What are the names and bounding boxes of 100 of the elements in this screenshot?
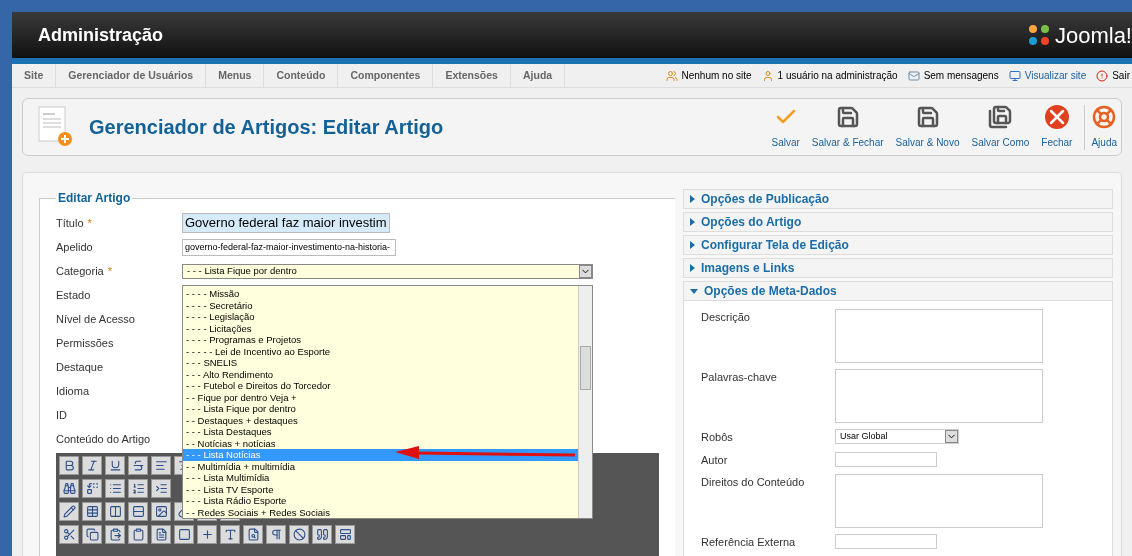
bullet-list-icon[interactable] [108,482,122,495]
dropdown-option[interactable]: - - Multimídia + multimídia [183,460,578,472]
category-select[interactable]: - - - Lista Fique por dentro [182,263,593,279]
field-label: Conteúdo do Artigo [56,431,151,447]
layout-icon[interactable] [338,528,352,541]
dropdown-option[interactable]: - - - - Programas e Projetos [183,334,578,346]
accordion-header[interactable]: Opções do Artigo [683,212,1113,232]
dropdown-option[interactable]: - - - - - Lei de Incentivo ao Esporte [183,345,578,357]
copy-icon[interactable] [85,528,99,541]
user-icon [761,69,774,82]
dropdown-option[interactable]: - - - Lista TV Esporte [183,483,578,495]
dropdown-option[interactable]: - - Notícias + notícias [183,437,578,449]
logo-icon [1026,23,1051,47]
menu-item[interactable]: Site [12,64,57,87]
italic-icon[interactable] [85,459,99,472]
font-icon[interactable] [223,528,237,541]
square-icon[interactable] [177,528,191,541]
accordion-header[interactable]: Imagens e Links [683,258,1113,278]
dropdown-option[interactable]: - - - SNELIS [183,357,578,369]
caret-right-icon [690,218,695,226]
field-label: Direitos do Conteúdo [701,475,806,490]
dropdown-option[interactable]: - - Redes Sociais + Redes Sociais [183,506,578,518]
underline-icon[interactable] [108,459,122,472]
floppy-disks-icon [988,104,1013,129]
dropdown-option[interactable]: - - - Lista Rádio Esporte [183,495,578,507]
table-icon[interactable] [85,505,99,518]
input-field[interactable] [835,534,937,549]
accordion-header[interactable]: Opções de Meta-Dados [683,281,1113,301]
logout-link[interactable]: Sair [1112,68,1130,83]
page-title: Gerenciador de Artigos: Editar Artigo [89,115,444,140]
dropdown-option[interactable]: - - - Futebol e Direitos do Torcedor [183,380,578,392]
dropdown-option[interactable]: - - - - Licitações [183,322,578,334]
floppy-disk-plus-icon [915,104,940,129]
field-label: Idioma [56,383,90,399]
cut-icon[interactable] [62,528,76,541]
dropdown-option[interactable]: - - - Alto Rendimento [183,368,578,380]
field-label: ID [56,407,67,423]
rows-icon[interactable] [131,505,145,518]
accordion-header[interactable]: Opções de Publicação [683,189,1113,209]
dropdown-option[interactable]: - - - Lista Multimídia [183,472,578,484]
toolbar-button[interactable]: Fechar [1041,104,1073,150]
binoculars-icon[interactable] [62,482,76,495]
toolbar-button[interactable]: Ajuda [1084,104,1117,150]
columns-icon[interactable] [108,505,122,518]
quote-icon[interactable] [315,528,329,541]
toolbar-button[interactable]: Salvar Como [971,104,1030,150]
monitor-icon [1008,69,1021,82]
menu-item[interactable]: Componentes [338,64,434,87]
scrollbar[interactable] [578,286,592,518]
field-label: Estado [56,287,91,303]
caret-right-icon [690,195,695,203]
menu-item[interactable]: Gerenciador de Usuários [56,64,207,87]
input-field[interactable] [835,451,937,467]
dropdown-option[interactable]: - - - Lista Fique por dentro [183,403,578,415]
field-label: Nível de Acesso [56,311,135,327]
indent-icon[interactable] [154,482,168,495]
field-label: Robôs [701,430,734,445]
menu-item[interactable]: Conteúdo [264,64,339,87]
menu-item[interactable]: Ajuda [510,64,566,87]
logo-text: Joomla! [1054,21,1132,50]
toolbar-button[interactable]: Salvar & Fechar [811,104,884,150]
toolbar-button[interactable]: Salvar [771,104,800,150]
caret-right-icon [690,264,695,272]
status-text: 1 usuário na administração [777,69,898,83]
strikethrough-icon[interactable] [131,459,145,472]
document-icon[interactable] [154,528,168,541]
plus-icon[interactable] [200,528,214,541]
menu-item[interactable]: Menus [206,64,265,87]
numbered-list-icon[interactable] [131,482,145,495]
view-site-link[interactable]: Visualizar site [1024,68,1087,83]
mail-icon [907,69,920,82]
menu-item[interactable]: Extensões [433,64,511,87]
dropdown-option[interactable]: - - - - Secretário [183,299,578,311]
dropdown-option[interactable]: - - - - Missão [183,288,578,300]
toolbar-button[interactable]: Salvar & Novo [895,104,960,150]
dropdown-option[interactable]: - - - Lista Destaques [183,426,578,438]
accordion-header[interactable]: Configurar Tela de Edição [683,235,1113,255]
field-label: Autor [701,452,729,468]
pencil-icon[interactable] [62,505,76,518]
align-left-icon[interactable] [154,459,168,472]
alias-input[interactable]: governo-federal-faz-maior-investimento-na-historia- [182,238,396,256]
ban-icon[interactable] [292,528,306,541]
dropdown-option[interactable]: - - Destaques + destaques [183,414,578,426]
paste-icon[interactable] [108,528,122,541]
image-icon[interactable] [154,505,168,518]
pilcrow-icon[interactable] [269,528,283,541]
replace-icon[interactable] [85,482,99,495]
field-label: Palavras-chave [701,370,778,385]
fieldset-legend: Editar Artigo [56,189,133,207]
dropdown-option[interactable]: - - Fique por dentro Veja + [183,391,578,403]
robots-select[interactable]: Usar Global [835,429,959,444]
field-label: Descrição [701,310,751,325]
caret-right-icon [690,241,695,249]
dropdown-option[interactable]: - - - - Legislação [183,311,578,323]
clipboard-icon[interactable] [131,528,145,541]
title-input[interactable]: Governo federal faz maior investim [182,213,390,233]
article-document-icon [37,106,73,148]
status-text: Sem mensagens [923,69,999,83]
preview-icon[interactable] [246,528,260,541]
status-text: Nenhum no site [681,69,752,83]
